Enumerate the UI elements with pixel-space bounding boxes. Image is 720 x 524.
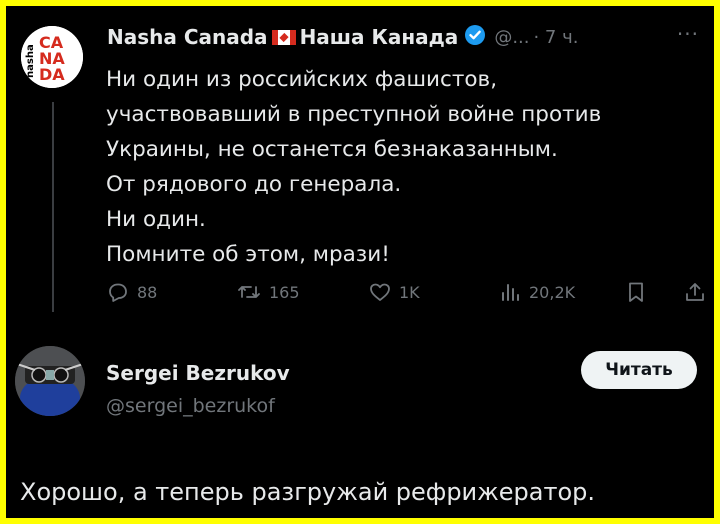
tweet-line: От рядового до генерала. — [106, 172, 402, 197]
tweet-line: Помните об этом, мрази! — [106, 242, 390, 267]
canada-flag-icon — [271, 29, 296, 45]
user-handle[interactable]: @sergei_bezrukof — [106, 395, 275, 417]
reply-button[interactable]: 88 — [106, 280, 157, 304]
reply-text: Хорошо, а теперь разгружай рефрижератор. — [20, 478, 596, 506]
retweet-button[interactable]: 165 — [236, 280, 300, 304]
verified-icon — [464, 24, 486, 50]
tweet-actions: 88 165 1K 20,2K — [106, 280, 706, 306]
tweet-text: Ни один из российских фашистов, участвов… — [106, 62, 696, 272]
tweet-line: участвовавший в преступной войне против — [106, 102, 602, 127]
reply-count: 88 — [137, 282, 158, 302]
author-name[interactable]: Nasha Canada — [107, 25, 268, 49]
motorcycle-photo — [15, 346, 85, 416]
like-button[interactable]: 1K — [368, 280, 420, 304]
follow-button[interactable]: Читать — [581, 351, 697, 389]
tweet-header: Nasha Canada Наша Канада @... · 7 ч. ··· — [107, 22, 707, 52]
author-handle[interactable]: @... — [494, 27, 529, 48]
bookmark-icon — [629, 282, 643, 302]
user-name[interactable]: Sergei Bezrukov — [106, 361, 290, 385]
share-icon — [686, 283, 704, 301]
analytics-icon — [502, 284, 519, 301]
reply-icon — [109, 283, 127, 302]
timestamp[interactable]: · 7 ч. — [533, 27, 578, 48]
avatar[interactable] — [15, 346, 85, 416]
avatar[interactable]: nasha CA NA DA — [21, 26, 83, 88]
tweet-line: Украины, не останется безнаказанным. — [106, 137, 558, 162]
bookmark-button[interactable] — [624, 280, 648, 304]
tweet-line: Ни один. — [106, 207, 206, 232]
heart-icon — [370, 283, 390, 301]
nasha-canada-logo: nasha CA NA DA — [21, 26, 83, 88]
like-count: 1K — [399, 282, 420, 302]
views-button[interactable]: 20,2K — [498, 280, 575, 304]
svg-text:nasha: nasha — [25, 44, 36, 78]
more-options-icon[interactable]: ··· — [677, 22, 699, 46]
tweet-line: Ни один из российских фашистов, — [106, 67, 498, 92]
thread-line — [52, 102, 54, 312]
retweet-count: 165 — [269, 282, 300, 302]
retweet-icon — [238, 286, 260, 298]
screenshot-frame: nasha CA NA DA Nasha Canada Наша Канада … — [6, 6, 714, 518]
view-count: 20,2K — [529, 282, 576, 302]
svg-text:DA: DA — [39, 65, 65, 84]
author-name-ru[interactable]: Наша Канада — [300, 25, 459, 49]
share-button[interactable] — [683, 280, 707, 304]
